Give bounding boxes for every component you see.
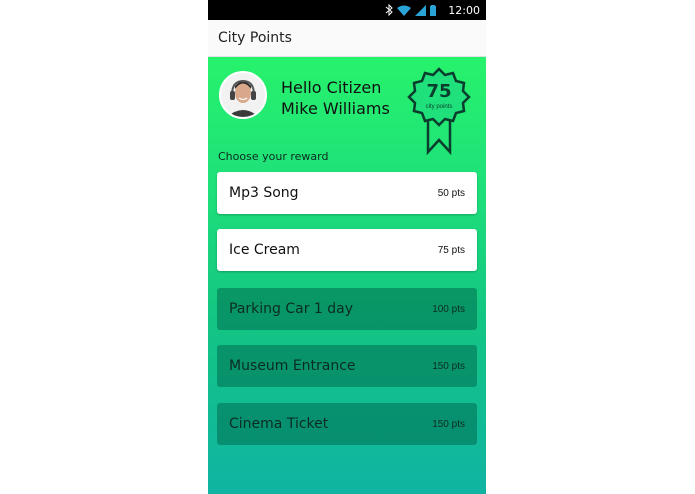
points-label: city points [425, 104, 453, 110]
battery-icon [430, 4, 437, 16]
greeting-line-1: Hello Citizen [281, 78, 382, 97]
bluetooth-icon [385, 4, 394, 16]
reward-name: Parking Car 1 day [229, 301, 354, 317]
reward-card-cinema[interactable]: Cinema Ticket 150 pts [217, 403, 477, 445]
status-time: 12:00 [448, 3, 480, 17]
reward-card-mp3-song[interactable]: Mp3 Song 50 pts [217, 172, 477, 214]
app-title: City Points [218, 30, 292, 46]
reward-name: Ice Cream [229, 242, 300, 258]
reward-name: Mp3 Song [229, 185, 299, 201]
reward-points: 50 pts [437, 187, 465, 199]
status-bar: 12:00 [208, 0, 486, 20]
reward-card-museum[interactable]: Museum Entrance 150 pts [217, 345, 477, 387]
reward-points: 100 pts [432, 303, 465, 315]
main-content: Hello Citizen Mike Williams 75 city poin… [208, 57, 486, 494]
wifi-icon [397, 5, 412, 16]
reward-name: Cinema Ticket [229, 416, 329, 432]
points-badge: 75 city points [406, 66, 472, 158]
reward-points: 150 pts [432, 418, 465, 430]
user-name: Mike Williams [281, 99, 390, 118]
reward-card-ice-cream[interactable]: Ice Cream 75 pts [217, 229, 477, 271]
phone-screen: 12:00 City Points Hello Citizen Mike Wil… [208, 0, 486, 494]
greeting: Hello Citizen Mike Williams [281, 77, 390, 119]
app-bar: City Points [208, 20, 486, 57]
reward-points: 75 pts [437, 244, 465, 256]
signal-icon [415, 4, 427, 16]
user-avatar-icon [221, 73, 265, 117]
points-value: 75 [426, 81, 452, 102]
avatar[interactable] [219, 71, 267, 119]
reward-name: Museum Entrance [229, 358, 356, 374]
rewards-heading: Choose your reward [218, 150, 329, 163]
ribbon-badge-icon [407, 67, 471, 156]
reward-points: 150 pts [432, 360, 465, 372]
reward-card-parking[interactable]: Parking Car 1 day 100 pts [217, 288, 477, 330]
